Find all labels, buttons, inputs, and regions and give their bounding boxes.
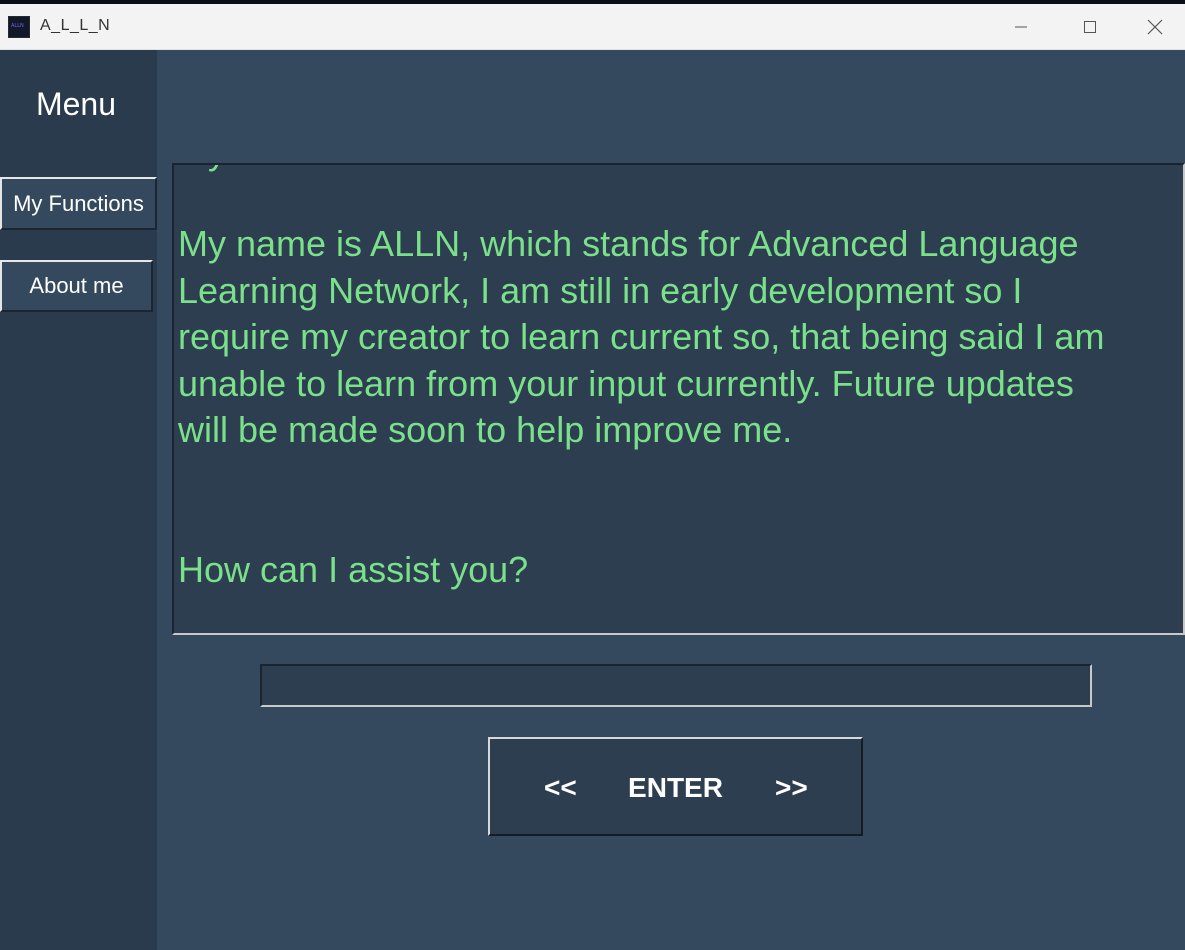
close-button[interactable] bbox=[1125, 4, 1185, 50]
minimize-button[interactable] bbox=[986, 4, 1056, 50]
enter-button[interactable]: << ENTER >> bbox=[488, 737, 863, 836]
sidebar-menu: Menu My Functions About me bbox=[0, 50, 157, 950]
app-logo-icon: ALLN bbox=[8, 16, 30, 38]
enter-right-arrows: >> bbox=[775, 772, 808, 803]
window-title: A_L_L_N bbox=[40, 17, 111, 34]
assistant-question: How can I assist you? bbox=[178, 549, 529, 590]
minimize-icon bbox=[1015, 26, 1027, 28]
chat-input[interactable] bbox=[260, 664, 1092, 707]
assistant-intro-message: My name is ALLN, which stands for Advanc… bbox=[178, 223, 1115, 450]
app-window: ALLN A_L_L_N Menu My Functions About me … bbox=[0, 0, 1185, 950]
my-functions-button[interactable]: My Functions bbox=[0, 177, 157, 230]
maximize-button[interactable] bbox=[1055, 4, 1125, 50]
menu-title: Menu bbox=[35, 86, 117, 122]
chat-output-box[interactable]: My name is ALLN My name is ALLN, which s… bbox=[172, 163, 1185, 635]
previous-message-line: My name is ALLN bbox=[178, 165, 460, 175]
title-bar[interactable]: ALLN A_L_L_N bbox=[0, 4, 1185, 50]
maximize-icon bbox=[1084, 21, 1096, 33]
about-me-button[interactable]: About me bbox=[0, 260, 153, 312]
close-icon bbox=[1147, 19, 1163, 35]
